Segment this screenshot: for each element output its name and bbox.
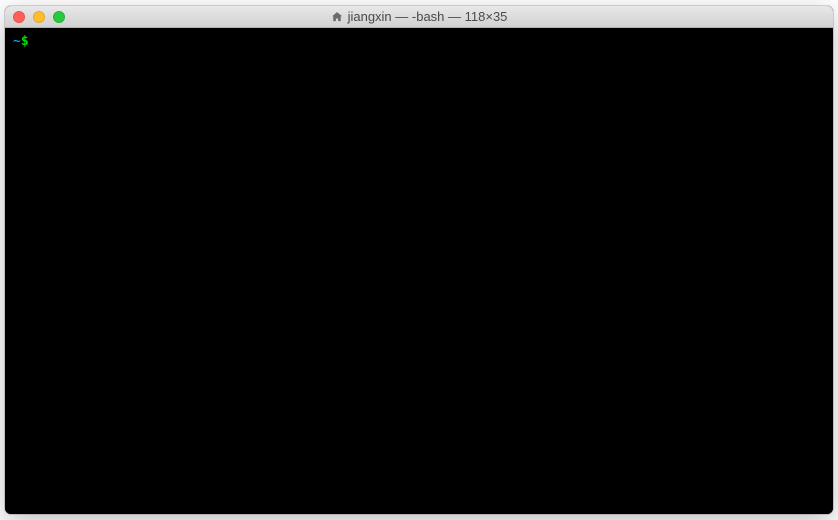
terminal-window: jiangxin — -bash — 118×35 ~$ bbox=[5, 6, 833, 514]
prompt-symbol: $ bbox=[21, 34, 29, 51]
traffic-lights bbox=[13, 11, 65, 23]
close-button[interactable] bbox=[13, 11, 25, 23]
minimize-button[interactable] bbox=[33, 11, 45, 23]
zoom-button[interactable] bbox=[53, 11, 65, 23]
home-icon bbox=[331, 10, 344, 23]
title-container: jiangxin — -bash — 118×35 bbox=[5, 9, 833, 24]
titlebar[interactable]: jiangxin — -bash — 118×35 bbox=[5, 6, 833, 28]
window-title: jiangxin — -bash — 118×35 bbox=[348, 9, 508, 24]
terminal-body[interactable]: ~$ bbox=[5, 28, 833, 514]
prompt-path: ~ bbox=[13, 34, 21, 51]
prompt-line: ~$ bbox=[13, 34, 825, 51]
